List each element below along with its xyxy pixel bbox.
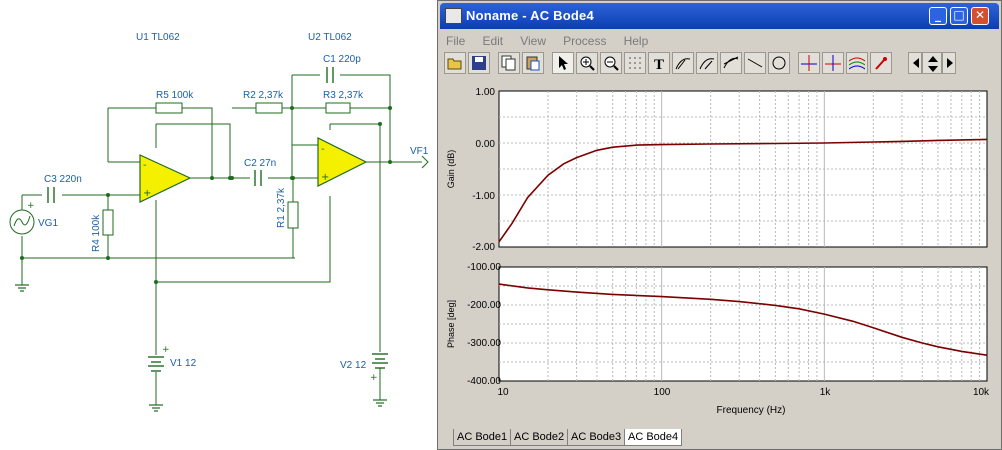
x-tick: 10k bbox=[973, 387, 990, 398]
zoom-in-icon[interactable] bbox=[576, 52, 598, 74]
bode-plot-area: 1.00 0.00 -1.00 -2.00 Gain (dB) -100.00 … bbox=[441, 81, 998, 427]
label-r1: R1 2,37k bbox=[276, 187, 287, 228]
window-title: Noname - AC Bode4 bbox=[466, 8, 594, 23]
menu-view[interactable]: View bbox=[514, 32, 552, 50]
minimize-button[interactable]: _ bbox=[929, 7, 947, 25]
bode-window: Noname - AC Bode4 _ □ ✕ File Edit View P… bbox=[437, 0, 1002, 450]
label-vg1: VG1 bbox=[38, 218, 58, 229]
label-r4: R4 100k bbox=[91, 214, 102, 252]
marker-a-icon[interactable] bbox=[798, 52, 820, 74]
phase-ytick: -400.00 bbox=[467, 376, 501, 387]
label-c3: C3 220n bbox=[44, 174, 82, 185]
maximize-button[interactable]: □ bbox=[950, 7, 968, 25]
pointer-icon[interactable] bbox=[552, 52, 574, 74]
x-tick: 100 bbox=[654, 387, 671, 398]
gain-ytick: 0.00 bbox=[476, 139, 496, 150]
svg-text:-: - bbox=[143, 160, 147, 171]
phase-ytick: -300.00 bbox=[467, 338, 501, 349]
label-r5: R5 100k bbox=[156, 90, 194, 101]
cursor-b-icon[interactable] bbox=[696, 52, 718, 74]
plus-v2: + bbox=[370, 373, 378, 383]
svg-text:-: - bbox=[321, 144, 325, 155]
gain-ytick: 1.00 bbox=[476, 87, 496, 98]
pan-right-icon[interactable] bbox=[942, 52, 956, 74]
gain-ytick: -2.00 bbox=[472, 242, 495, 253]
plus-vg1: + bbox=[27, 201, 35, 211]
tab-strip: AC Bode1 AC Bode2 AC Bode3 AC Bode4 bbox=[441, 429, 997, 447]
cursor-a-icon[interactable] bbox=[672, 52, 694, 74]
menu-bar: File Edit View Process Help bbox=[440, 30, 999, 48]
app-icon bbox=[445, 8, 462, 24]
svg-text:+: + bbox=[321, 172, 329, 183]
circle-icon[interactable] bbox=[768, 52, 790, 74]
label-u2: U2 TL062 bbox=[308, 32, 352, 43]
marker-b-icon[interactable] bbox=[822, 52, 844, 74]
menu-help[interactable]: Help bbox=[618, 32, 655, 50]
label-vf1: VF1 bbox=[410, 146, 429, 157]
plus-v1: + bbox=[162, 345, 170, 355]
toolbar: T bbox=[442, 51, 997, 79]
x-tick: 10 bbox=[497, 387, 509, 398]
close-button[interactable]: ✕ bbox=[971, 7, 989, 25]
menu-file[interactable]: File bbox=[440, 32, 471, 50]
tab-ac-bode1[interactable]: AC Bode1 bbox=[453, 429, 512, 446]
phase-ytick: -200.00 bbox=[467, 300, 501, 311]
label-r3: R3 2,37k bbox=[323, 90, 364, 101]
x-axis-label: Frequency (Hz) bbox=[717, 405, 786, 416]
svg-text:+: + bbox=[143, 188, 151, 199]
gain-axis-label: Gain (dB) bbox=[446, 150, 456, 189]
phase-ytick: -100.00 bbox=[467, 262, 501, 273]
pick-icon[interactable] bbox=[870, 52, 892, 74]
label-v1: V1 12 bbox=[170, 358, 197, 369]
tab-ac-bode4[interactable]: AC Bode4 bbox=[624, 429, 683, 446]
menu-edit[interactable]: Edit bbox=[476, 32, 509, 50]
grid-icon[interactable] bbox=[624, 52, 646, 74]
paste-icon[interactable] bbox=[522, 52, 544, 74]
menu-process[interactable]: Process bbox=[557, 32, 612, 50]
pan-updown-icon[interactable] bbox=[922, 52, 942, 74]
gain-ytick: -1.00 bbox=[472, 191, 495, 202]
label-v2: V2 12 bbox=[340, 360, 367, 371]
tab-ac-bode2[interactable]: AC Bode2 bbox=[510, 429, 569, 446]
tangent-icon[interactable] bbox=[720, 52, 742, 74]
title-bar[interactable]: Noname - AC Bode4 _ □ ✕ bbox=[440, 3, 999, 29]
schematic-diagram: -+ -+ U1 TL062 U2 TL062 C1 220p R5 100k … bbox=[9, 32, 429, 412]
curves-icon[interactable] bbox=[846, 52, 868, 74]
tab-ac-bode3[interactable]: AC Bode3 bbox=[567, 429, 626, 446]
label-r2: R2 2,37k bbox=[243, 90, 284, 101]
label-c2: C2 27n bbox=[244, 158, 276, 169]
line-icon[interactable] bbox=[744, 52, 766, 74]
phase-axis-label: Phase [deg] bbox=[446, 300, 456, 348]
open-icon[interactable] bbox=[444, 52, 466, 74]
svg-text:T: T bbox=[654, 57, 664, 71]
copy-icon[interactable] bbox=[498, 52, 520, 74]
pan-left-icon[interactable] bbox=[908, 52, 922, 74]
x-tick: 1k bbox=[820, 387, 832, 398]
label-u1: U1 TL062 bbox=[136, 32, 180, 43]
label-c1: C1 220p bbox=[323, 54, 361, 65]
save-icon[interactable] bbox=[468, 52, 490, 74]
zoom-out-icon[interactable] bbox=[600, 52, 622, 74]
text-icon[interactable]: T bbox=[648, 52, 670, 74]
